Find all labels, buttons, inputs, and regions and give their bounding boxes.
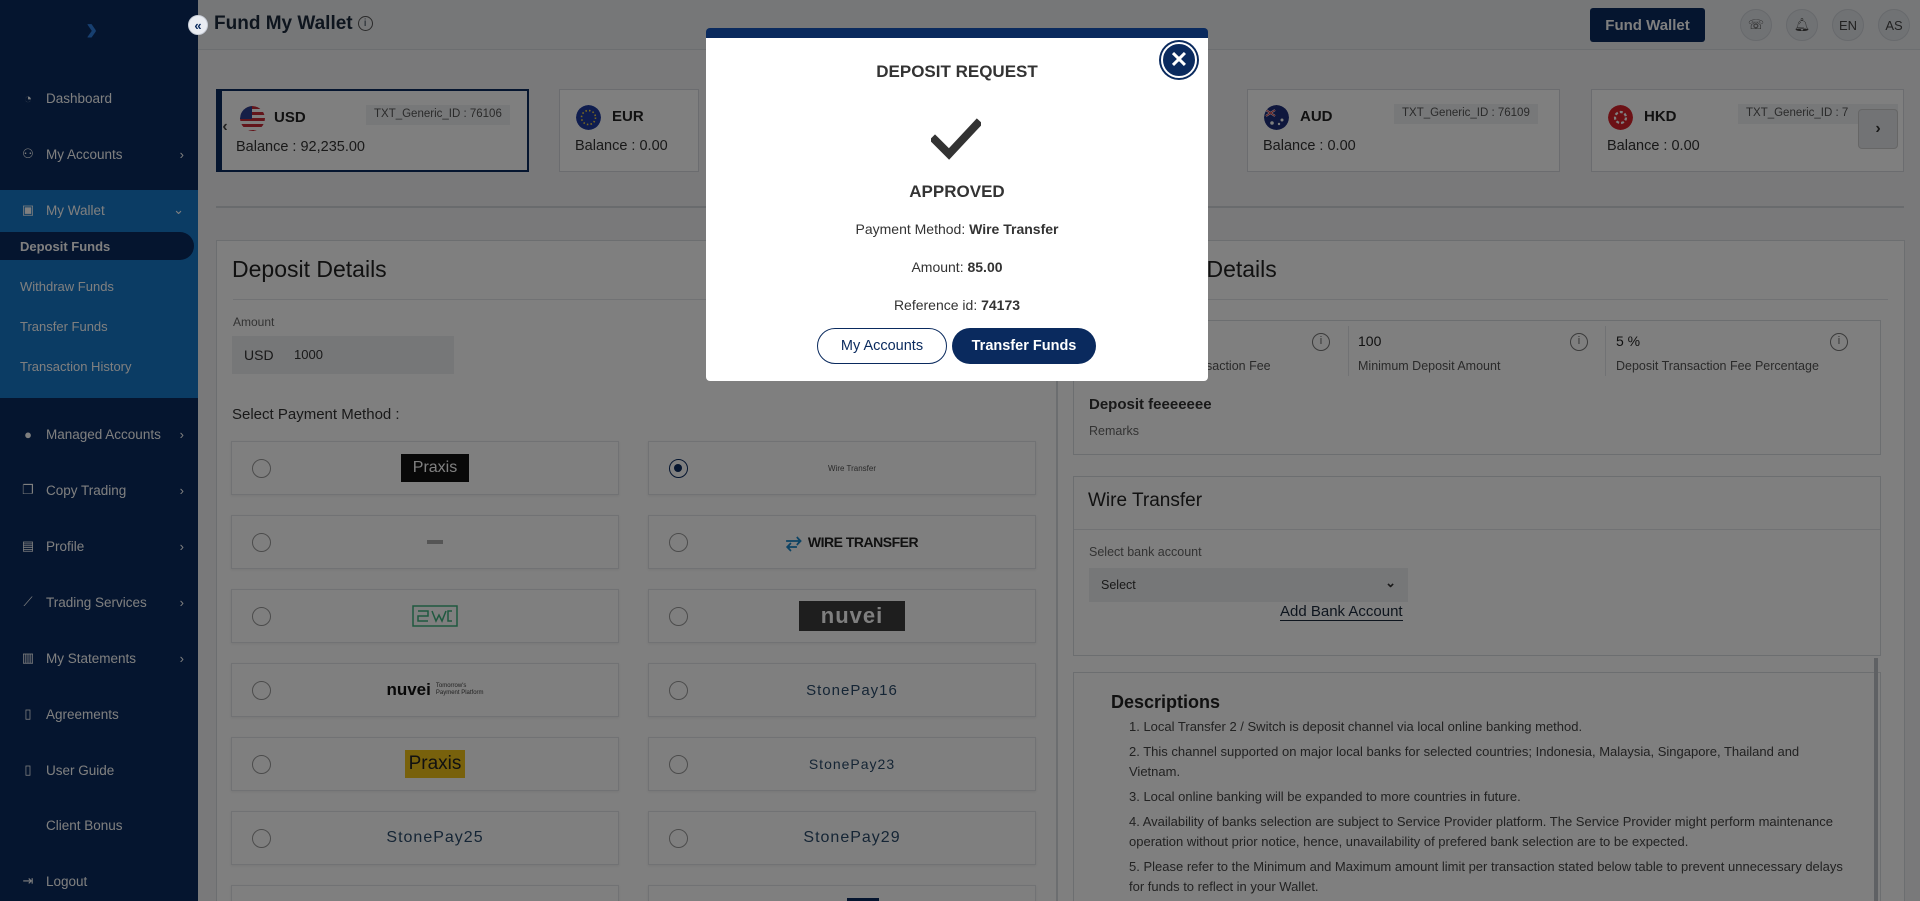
reference-label: Reference id:: [893, 297, 978, 313]
check-icon: [931, 118, 981, 160]
approved-status: APPROVED: [909, 182, 1005, 201]
transfer-funds-button[interactable]: Transfer Funds: [952, 328, 1096, 364]
my-accounts-button[interactable]: My Accounts: [817, 328, 947, 364]
deposit-request-modal: ✕ DEPOSIT REQUEST APPROVED Payment Metho…: [706, 28, 1208, 381]
modal-title: DEPOSIT REQUEST: [876, 62, 1038, 81]
payment-method-line: Payment Method: Wire Transfer: [706, 221, 1208, 237]
amount-value: 85.00: [967, 259, 1003, 275]
amount-label: Amount:: [911, 259, 964, 275]
reference-line: Reference id: 74173: [706, 297, 1208, 313]
amount-line: Amount: 85.00: [706, 259, 1208, 275]
reference-value: 74173: [981, 297, 1021, 313]
collapse-sidebar-icon[interactable]: «: [188, 15, 208, 35]
payment-method-value: Wire Transfer: [969, 221, 1059, 237]
payment-method-label: Payment Method:: [855, 221, 966, 237]
